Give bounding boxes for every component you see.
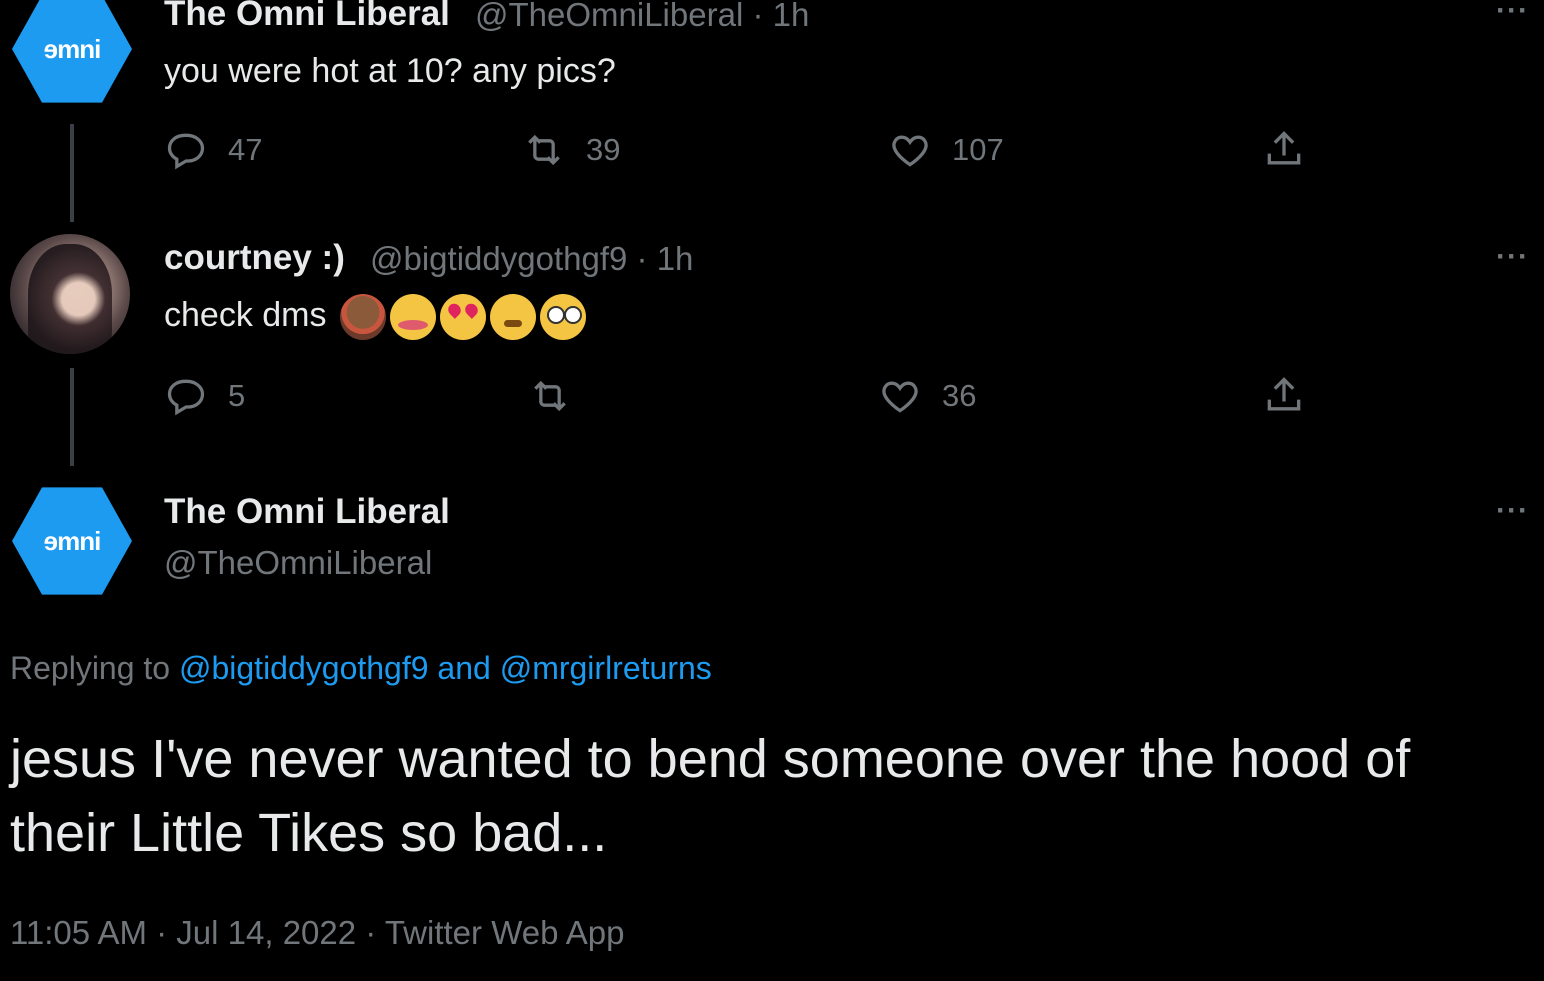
- reply-button[interactable]: 47: [164, 128, 262, 172]
- replying-prefix: Replying to: [10, 650, 171, 686]
- reply-icon: [167, 379, 205, 416]
- retweet-button[interactable]: 39: [522, 128, 620, 172]
- thread-connector: [70, 124, 74, 222]
- reply-count: 5: [228, 378, 246, 413]
- tweet-text: check dms: [164, 294, 586, 340]
- author-name[interactable]: The Omni Liberal: [164, 492, 450, 532]
- omni-avatar[interactable]: ɘmni: [12, 0, 132, 103]
- retweet-button[interactable]: [528, 374, 592, 418]
- more-options-button[interactable]: ···: [1496, 0, 1529, 28]
- author-handle[interactable]: @bigtiddygothgf9 · 1h: [370, 240, 693, 278]
- tweet-time: · 1h: [752, 0, 810, 33]
- relieved-emoji-icon: [489, 294, 536, 340]
- twitter-thread: ɘmni The Omni Liberal @TheOmniLiberal · …: [0, 0, 1544, 981]
- mention-link[interactable]: @bigtiddygothgf9: [179, 650, 429, 686]
- like-button[interactable]: 36: [878, 374, 976, 418]
- author-handle[interactable]: @TheOmniLiberal · 1h: [475, 0, 809, 34]
- tweet-text-content: check dms: [164, 295, 327, 334]
- author-handle-text: @bigtiddygothgf9: [370, 240, 628, 277]
- avatar-logo-text: ɘmni: [43, 33, 102, 64]
- heart-icon: [892, 135, 928, 167]
- monkey-emoji-icon: [339, 294, 386, 340]
- main-tweet-text: jesus I've never wanted to bend someone …: [10, 729, 1411, 863]
- tweet-timestamp[interactable]: 11:05 AM · Jul 14, 2022 · Twitter Web Ap…: [10, 914, 625, 952]
- tweet-time: · 1h: [636, 240, 694, 277]
- author-handle[interactable]: @TheOmniLiberal: [164, 544, 432, 582]
- thread-connector: [70, 368, 74, 466]
- like-count: 36: [942, 378, 977, 413]
- flushed-emoji-icon: [539, 294, 586, 340]
- heart-icon: [882, 381, 918, 413]
- like-count: 107: [952, 132, 1004, 167]
- reply-button[interactable]: 5: [164, 374, 245, 418]
- avatar-logo-text: ɘmni: [43, 525, 102, 556]
- more-options-button[interactable]: ···: [1496, 240, 1529, 274]
- more-options-button[interactable]: ···: [1496, 494, 1529, 528]
- author-handle-text: @TheOmniLiberal: [475, 0, 744, 33]
- share-icon: [1267, 131, 1301, 165]
- retweet-count: 39: [586, 132, 621, 167]
- author-name[interactable]: The Omni Liberal: [164, 0, 450, 34]
- reply-count: 47: [228, 132, 263, 167]
- share-button[interactable]: [1262, 374, 1306, 418]
- heart-eyes-emoji-icon: [439, 294, 486, 340]
- share-button[interactable]: [1262, 128, 1306, 172]
- share-icon: [1267, 377, 1301, 411]
- omni-avatar[interactable]: ɘmni: [12, 487, 132, 595]
- courtney-avatar[interactable]: [10, 234, 130, 354]
- retweet-icon: [528, 134, 560, 166]
- reply-icon: [167, 133, 205, 170]
- profile-photo: [28, 244, 112, 354]
- tweet-text: you were hot at 10? any pics?: [164, 52, 616, 90]
- like-button[interactable]: 107: [888, 128, 1004, 172]
- retweet-icon: [534, 380, 566, 412]
- replying-to: Replying to @bigtiddygothgf9 and @mrgirl…: [10, 650, 712, 687]
- smiling-hearts-emoji-icon: [389, 294, 436, 340]
- mention-link[interactable]: @mrgirlreturns: [500, 650, 712, 686]
- mention-and: and: [437, 650, 491, 686]
- author-name[interactable]: courtney :): [164, 238, 345, 278]
